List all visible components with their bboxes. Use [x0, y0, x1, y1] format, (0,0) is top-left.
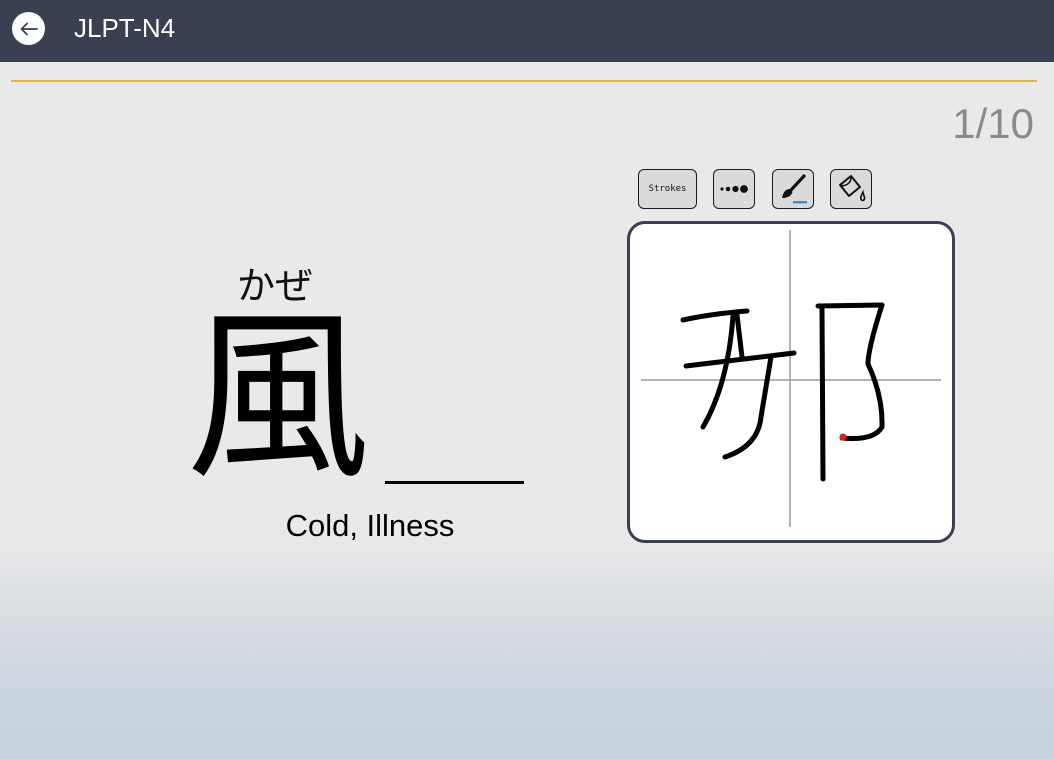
progress-line: [11, 80, 1037, 82]
deck-title: JLPT-N4: [74, 13, 176, 43]
dots-icon: [720, 185, 748, 193]
paint-bucket-icon: [839, 175, 866, 202]
meaning-text: Cold, Illness: [285, 508, 455, 543]
stroke-end-dot: [839, 433, 847, 441]
kanji-character: 風: [185, 291, 370, 505]
top-bar: JLPT-N4: [0, 0, 1054, 62]
user-strokes: [680, 302, 885, 482]
stroke-width-button[interactable]: [713, 169, 755, 209]
strokes-button[interactable]: Strokes: [638, 169, 697, 209]
brush-color-button[interactable]: [772, 169, 814, 209]
back-button[interactable]: [12, 12, 45, 45]
drawing-canvas[interactable]: [627, 221, 955, 543]
answer-blank: [385, 481, 524, 484]
handwriting-svg: [641, 230, 941, 527]
brush-icon: [782, 174, 807, 204]
card-counter: 1/10: [952, 100, 1034, 147]
arrow-left-icon: [20, 22, 38, 35]
background-fill-button[interactable]: [830, 169, 872, 209]
